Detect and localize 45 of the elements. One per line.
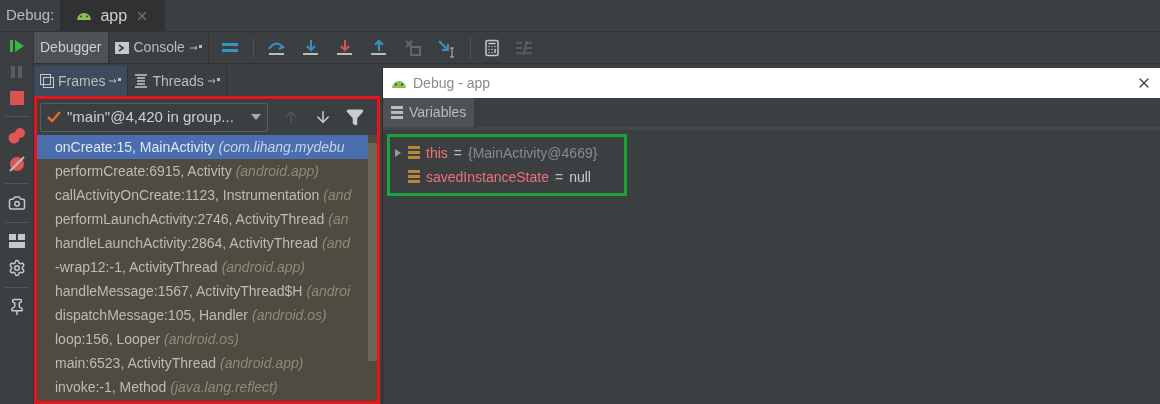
stack-frame[interactable]: dispatchMessage:105, Handler (android.os) [37,303,368,327]
tool-tab[interactable]: Console [108,32,209,63]
stack-frame[interactable]: performLaunchActivity:2746, ActivityThread (an [37,207,368,231]
resume-icon[interactable] [8,38,25,54]
frames-icon [40,74,54,88]
popup-title: Debug - app [413,73,491,93]
field-icon [408,146,420,160]
stack-frame[interactable]: handleLaunchActivity:2864, ActivityThread (and [37,231,368,255]
caret-icon [251,114,261,120]
stack-frame[interactable]: callActivityOnCreate:1123, Instrumentation (and [37,183,368,207]
variable-row[interactable]: this = {MainActivity@4669} [390,141,624,165]
mute-breakpoints-icon[interactable] [7,155,26,173]
breakpoints-icon[interactable] [7,127,26,145]
variable-row[interactable]: savedInstanceState = null [390,165,624,189]
stack-frame[interactable]: handleMessage:1567, ActivityThread$H (androi [37,279,368,303]
pin-tab-icon[interactable] [189,43,202,52]
calculator-icon[interactable] [482,38,501,57]
pin-tab-icon[interactable] [207,77,220,85]
field-icon [408,170,420,184]
stack-frame[interactable]: main:6523, ActivityThread (android.app) [37,351,368,375]
pin-tab-icon[interactable] [109,77,122,85]
stack-frame[interactable]: -wrap12:-1, ActivityThread (android.app) [37,255,368,279]
check-icon [47,111,61,123]
stack-frame[interactable]: onCreate:15, MainActivity (com.lihang.mydebu [37,135,368,159]
session-tab[interactable]: app [60,0,166,31]
variables-tab[interactable]: Variables [383,98,475,127]
expand-arrow-icon[interactable] [395,149,401,157]
settings-icon[interactable] [7,259,26,277]
camera-icon[interactable] [7,194,26,212]
stack-frame[interactable]: loop:156, Looper (android.os) [37,327,368,351]
filter-icon[interactable] [346,108,364,126]
tool-tab[interactable]: Debugger [34,32,109,63]
stack-frame[interactable]: invoke:-1, Method (java.lang.reflect) [37,375,368,399]
scrollbar[interactable] [368,143,377,361]
panel-tab[interactable]: Frames [34,66,129,96]
arrow-down-icon[interactable] [314,108,332,126]
threads-icon [134,74,149,88]
debug-label: Debug: [5,5,56,26]
thread-dropdown[interactable]: "main"@4,420 in group... [40,102,268,132]
stack-frame[interactable]: performCreate:6915, Activity (android.app) [37,159,368,183]
list-icon [391,105,403,120]
stop-icon[interactable] [8,90,25,106]
terminal-icon [114,41,129,54]
layout-icon[interactable] [7,233,26,249]
android-icon [76,10,93,21]
